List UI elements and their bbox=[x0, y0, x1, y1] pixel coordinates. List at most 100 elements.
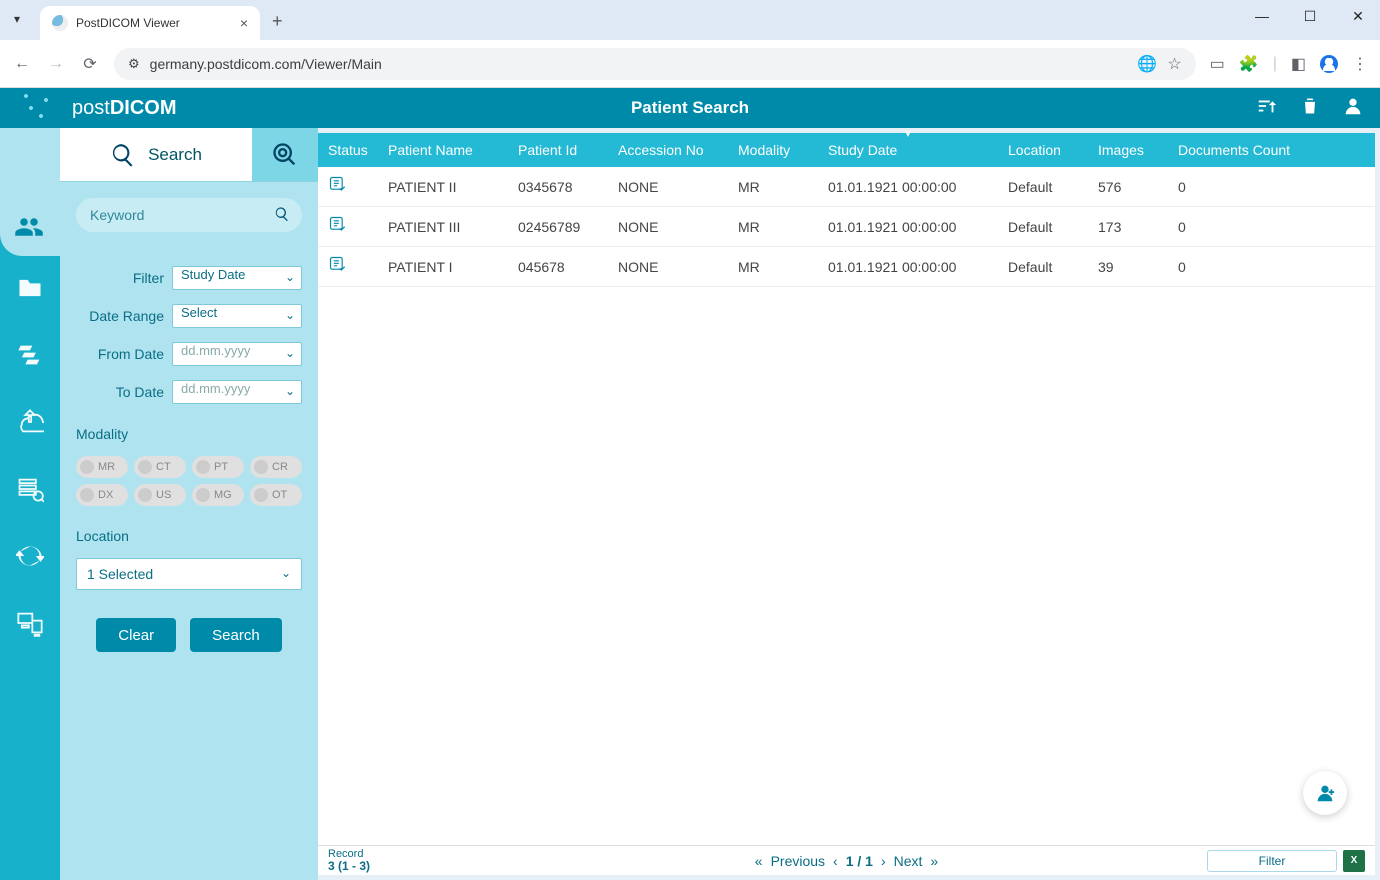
nav-patients-icon[interactable] bbox=[14, 212, 44, 247]
col-patient-id[interactable]: Patient Id bbox=[508, 133, 608, 167]
chevron-down-icon: ⌄ bbox=[285, 270, 295, 284]
user-icon[interactable] bbox=[1342, 95, 1364, 122]
cell-date: 01.01.1921 00:00:00 bbox=[818, 247, 998, 287]
daterange-select[interactable]: Select⌄ bbox=[172, 304, 302, 328]
col-images[interactable]: Images bbox=[1088, 133, 1168, 167]
status-icon bbox=[318, 167, 378, 207]
cell-date: 01.01.1921 00:00:00 bbox=[818, 207, 998, 247]
nav-studies-icon[interactable] bbox=[16, 341, 44, 374]
back-button[interactable]: ← bbox=[12, 55, 32, 73]
col-patient-name[interactable]: Patient Name bbox=[378, 133, 508, 167]
col-study-date[interactable]: Study Date bbox=[818, 133, 998, 167]
cell-name: PATIENT II bbox=[378, 167, 508, 207]
col-accession[interactable]: Accession No bbox=[608, 133, 728, 167]
ext1-icon[interactable]: ▭ bbox=[1210, 54, 1225, 74]
add-patient-fab[interactable] bbox=[1303, 771, 1347, 815]
trash-icon[interactable] bbox=[1300, 96, 1320, 121]
cell-img: 39 bbox=[1088, 247, 1168, 287]
advanced-search-tab[interactable] bbox=[252, 128, 318, 181]
chevron-down-icon: ⌄ bbox=[285, 346, 295, 360]
sidepanel-icon[interactable]: ◧ bbox=[1291, 54, 1306, 74]
next-button[interactable]: Next bbox=[894, 853, 923, 869]
tab-search-icon[interactable]: ▾ bbox=[14, 12, 20, 26]
table-row[interactable]: PATIENT III02456789NONEMR01.01.1921 00:0… bbox=[318, 207, 1375, 247]
browser-tab[interactable]: PostDICOM Viewer × bbox=[40, 6, 260, 40]
filter-select[interactable]: Study Date⌄ bbox=[172, 266, 302, 290]
col-modality[interactable]: Modality bbox=[728, 133, 818, 167]
chevron-down-icon: ⌄ bbox=[281, 566, 291, 580]
results-panel: Status Patient Name Patient Id Accession… bbox=[318, 133, 1375, 875]
nav-sync-icon[interactable] bbox=[16, 542, 44, 575]
search-icon[interactable] bbox=[274, 206, 290, 227]
site-info-icon[interactable]: ⚙ bbox=[128, 56, 140, 72]
modality-pill-dx[interactable]: DX bbox=[76, 484, 128, 506]
col-status[interactable]: Status bbox=[318, 133, 378, 167]
close-tab-icon[interactable]: × bbox=[240, 15, 248, 31]
profile-button[interactable] bbox=[1320, 55, 1338, 73]
cell-name: PATIENT I bbox=[378, 247, 508, 287]
clear-button[interactable]: Clear bbox=[96, 618, 176, 652]
filter-button[interactable]: Filter bbox=[1207, 850, 1337, 872]
bookmark-icon[interactable]: ☆ bbox=[1167, 54, 1181, 74]
cell-id: 02456789 bbox=[508, 207, 608, 247]
modality-pill-us[interactable]: US bbox=[134, 484, 186, 506]
modality-pill-pt[interactable]: PT bbox=[192, 456, 244, 478]
modality-pill-ot[interactable]: OT bbox=[250, 484, 302, 506]
chevron-down-icon: ⌄ bbox=[285, 384, 295, 398]
sort-icon[interactable] bbox=[1256, 95, 1278, 122]
cell-loc: Default bbox=[998, 247, 1088, 287]
translate-icon[interactable]: 🌐 bbox=[1137, 54, 1157, 74]
location-select[interactable]: 1 Selected ⌄ bbox=[76, 558, 302, 590]
export-excel-button[interactable]: X bbox=[1343, 850, 1365, 872]
cell-acc: NONE bbox=[608, 167, 728, 207]
nav-devices-icon[interactable] bbox=[16, 609, 44, 642]
modality-pill-cr[interactable]: CR bbox=[250, 456, 302, 478]
cell-acc: NONE bbox=[608, 207, 728, 247]
cell-name: PATIENT III bbox=[378, 207, 508, 247]
table-row[interactable]: PATIENT II0345678NONEMR01.01.1921 00:00:… bbox=[318, 167, 1375, 207]
cell-doc: 0 bbox=[1168, 247, 1375, 287]
extensions-icon[interactable]: 🧩 bbox=[1239, 54, 1259, 74]
todate-input[interactable]: dd.mm.yyyy⌄ bbox=[172, 380, 302, 404]
search-sidebar: Search Filter Study Date⌄ bbox=[60, 128, 318, 880]
last-page-button[interactable]: » bbox=[930, 853, 938, 869]
previous-button[interactable]: Previous bbox=[771, 853, 825, 869]
first-page-button[interactable]: « bbox=[755, 853, 763, 869]
nav-worklist-icon[interactable] bbox=[16, 475, 44, 508]
modality-pill-mr[interactable]: MR bbox=[76, 456, 128, 478]
prev-icon[interactable]: ‹ bbox=[833, 853, 838, 869]
fromdate-input[interactable]: dd.mm.yyyy⌄ bbox=[172, 342, 302, 366]
results-footer: Record 3 (1 - 3) « Previous ‹ 1 / 1 › Ne… bbox=[318, 845, 1375, 875]
brand-text: postDICOM bbox=[72, 97, 176, 120]
col-location[interactable]: Location bbox=[998, 133, 1088, 167]
menu-button[interactable]: ⋮ bbox=[1352, 54, 1368, 74]
reload-button[interactable]: ⟳ bbox=[80, 54, 100, 74]
cell-loc: Default bbox=[998, 207, 1088, 247]
nav-folder-icon[interactable] bbox=[16, 274, 44, 307]
new-tab-button[interactable]: + bbox=[272, 11, 283, 32]
app-header: postDICOM Patient Search bbox=[0, 88, 1380, 128]
forward-button[interactable]: → bbox=[46, 55, 66, 73]
cell-mod: MR bbox=[728, 207, 818, 247]
search-tab[interactable]: Search bbox=[60, 128, 252, 181]
next-icon[interactable]: › bbox=[881, 853, 886, 869]
col-docs[interactable]: Documents Count bbox=[1168, 133, 1375, 167]
table-row[interactable]: PATIENT I045678NONEMR01.01.1921 00:00:00… bbox=[318, 247, 1375, 287]
keyword-input[interactable] bbox=[76, 198, 302, 232]
daterange-label: Date Range bbox=[76, 308, 164, 324]
left-nav-rail bbox=[0, 128, 60, 880]
modality-pill-ct[interactable]: CT bbox=[134, 456, 186, 478]
modality-pill-mg[interactable]: MG bbox=[192, 484, 244, 506]
maximize-button[interactable]: ☐ bbox=[1296, 8, 1324, 25]
tab-title: PostDICOM Viewer bbox=[76, 16, 232, 30]
address-bar[interactable]: ⚙ germany.postdicom.com/Viewer/Main 🌐 ☆ bbox=[114, 48, 1196, 80]
cell-img: 576 bbox=[1088, 167, 1168, 207]
favicon-icon bbox=[52, 15, 68, 31]
record-count: Record 3 (1 - 3) bbox=[328, 848, 370, 873]
nav-upload-icon[interactable] bbox=[16, 408, 44, 441]
close-window-button[interactable]: ✕ bbox=[1344, 8, 1372, 25]
cell-id: 045678 bbox=[508, 247, 608, 287]
chevron-down-icon: ⌄ bbox=[285, 308, 295, 322]
minimize-button[interactable]: — bbox=[1248, 8, 1276, 25]
search-button[interactable]: Search bbox=[190, 618, 282, 652]
